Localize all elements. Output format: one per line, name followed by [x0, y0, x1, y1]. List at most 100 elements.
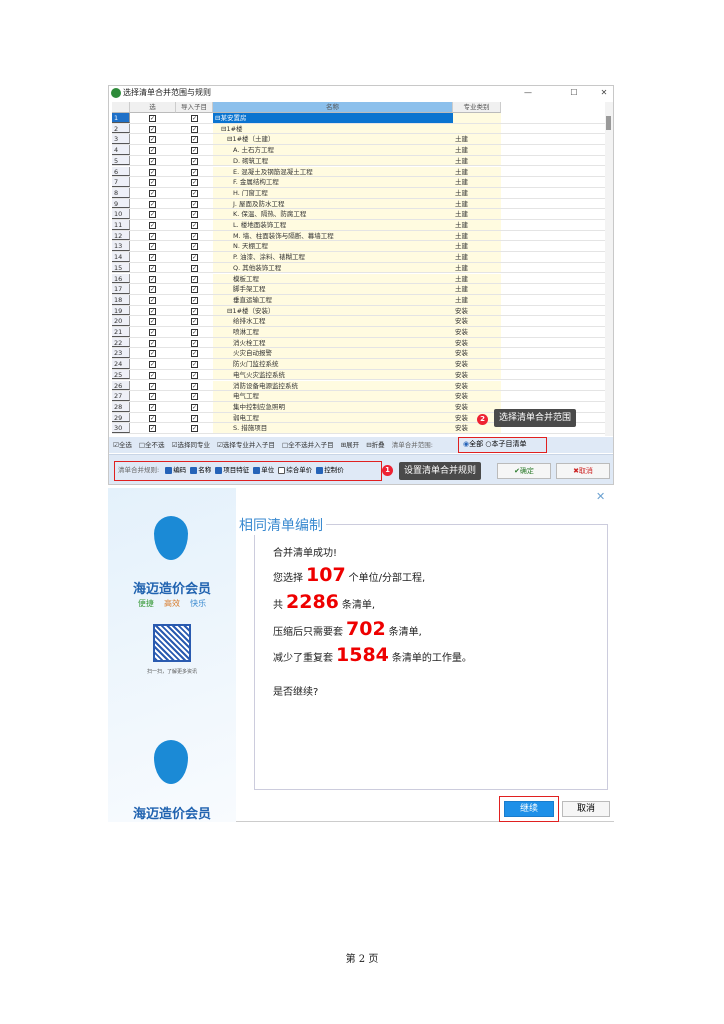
select-checkbox[interactable]: ✓ — [149, 232, 156, 240]
select-checkbox[interactable]: ✓ — [149, 382, 156, 390]
rule-checkbox[interactable]: 名称 — [190, 466, 211, 474]
select-checkbox[interactable]: ✓ — [149, 361, 156, 369]
cancel-button[interactable]: ✖取消 — [556, 463, 610, 479]
select-checkbox[interactable]: ✓ — [149, 254, 156, 262]
import-checkbox[interactable]: ✓ — [191, 393, 198, 401]
table-row[interactable]: 17 ✓ ✓ 脚手架工程 土建 — [112, 284, 605, 295]
rule-checkbox[interactable]: 单位 — [253, 466, 274, 474]
select-checkbox[interactable]: ✓ — [149, 339, 156, 347]
import-checkbox[interactable]: ✓ — [191, 222, 198, 229]
select-checkbox[interactable]: ✓ — [149, 307, 156, 315]
select-same-specialty[interactable]: ☑选择同专业 — [172, 441, 210, 449]
import-checkbox[interactable]: ✓ — [191, 425, 198, 433]
expand-button[interactable]: ⊞展开 — [341, 441, 359, 449]
import-checkbox[interactable]: ✓ — [191, 243, 198, 251]
select-checkbox[interactable]: ✓ — [149, 168, 156, 176]
import-checkbox[interactable]: ✓ — [191, 286, 198, 294]
table-row[interactable]: 3 ✓ ✓ ⊟1#楼（土建） 土建 — [112, 134, 605, 146]
import-checkbox[interactable]: ✓ — [191, 136, 198, 144]
import-checkbox[interactable]: ✓ — [191, 157, 198, 165]
select-checkbox[interactable]: ✓ — [149, 243, 156, 251]
import-checkbox[interactable]: ✓ — [191, 318, 198, 326]
table-row[interactable]: 7 ✓ ✓ F. 金属结构工程 土建 — [112, 177, 605, 188]
table-row[interactable]: 22 ✓ ✓ 消火栓工程 安装 — [112, 337, 605, 349]
select-checkbox[interactable]: ✓ — [149, 329, 156, 336]
import-checkbox[interactable]: ✓ — [191, 339, 198, 347]
select-checkbox[interactable]: ✓ — [149, 286, 156, 294]
select-checkbox[interactable]: ✓ — [149, 275, 156, 283]
select-checkbox[interactable]: ✓ — [149, 200, 156, 208]
rule-checkbox[interactable]: 项目特征 — [215, 466, 249, 474]
select-checkbox[interactable]: ✓ — [149, 136, 156, 144]
import-checkbox[interactable]: ✓ — [191, 371, 198, 379]
select-merge-subitems[interactable]: ☑选择专业并入子目 — [217, 441, 275, 449]
import-checkbox[interactable]: ✓ — [191, 211, 198, 219]
import-checkbox[interactable]: ✓ — [191, 115, 198, 122]
select-checkbox[interactable]: ✓ — [149, 147, 156, 155]
select-checkbox[interactable]: ✓ — [149, 264, 156, 272]
dialog-cancel-button[interactable]: 取消 — [562, 801, 610, 817]
table-row[interactable]: 20 ✓ ✓ 给排水工程 安装 — [112, 316, 605, 327]
table-row[interactable]: 6 ✓ ✓ E. 混凝土及钢筋混凝土工程 土建 — [112, 166, 605, 178]
select-none[interactable]: □全不选 — [139, 441, 165, 449]
vertical-scrollbar[interactable] — [605, 102, 613, 436]
range-all-radio[interactable]: ◉全部 — [463, 440, 483, 448]
table-row[interactable]: 5 ✓ ✓ D. 砌筑工程 土建 — [112, 155, 605, 167]
close-button[interactable]: ✕ — [595, 86, 613, 100]
table-row[interactable]: 9 ✓ ✓ J. 屋面及防水工程 土建 — [112, 198, 605, 210]
table-row[interactable]: 27 ✓ ✓ 电气工程 安装 — [112, 391, 605, 402]
maximize-button[interactable]: ☐ — [565, 86, 583, 100]
import-checkbox[interactable]: ✓ — [191, 232, 198, 240]
import-checkbox[interactable]: ✓ — [191, 264, 198, 272]
select-checkbox[interactable]: ✓ — [149, 403, 156, 411]
import-checkbox[interactable]: ✓ — [191, 179, 198, 187]
import-checkbox[interactable]: ✓ — [191, 200, 198, 208]
ok-button[interactable]: ✔确定 — [497, 463, 551, 479]
select-checkbox[interactable]: ✓ — [149, 425, 156, 433]
select-checkbox[interactable]: ✓ — [149, 211, 156, 219]
import-checkbox[interactable]: ✓ — [191, 275, 198, 283]
import-checkbox[interactable]: ✓ — [191, 361, 198, 369]
table-row[interactable]: 2 ✓ ✓ ⊟1#楼 — [112, 123, 605, 135]
rule-checkbox[interactable]: 综合单价 — [278, 466, 312, 474]
select-checkbox[interactable]: ✓ — [149, 189, 156, 197]
select-checkbox[interactable]: ✓ — [149, 157, 156, 165]
dialog-close-icon[interactable]: ✕ — [596, 490, 605, 503]
table-row[interactable]: 11 ✓ ✓ L. 楼地面装饰工程 土建 — [112, 220, 605, 231]
import-checkbox[interactable]: ✓ — [191, 414, 198, 422]
import-checkbox[interactable]: ✓ — [191, 254, 198, 262]
select-checkbox[interactable]: ✓ — [149, 414, 156, 422]
import-checkbox[interactable]: ✓ — [191, 125, 198, 133]
table-row[interactable]: 18 ✓ ✓ 垂直运输工程 土建 — [112, 294, 605, 306]
table-row[interactable]: 8 ✓ ✓ H. 门窗工程 土建 — [112, 187, 605, 199]
select-checkbox[interactable]: ✓ — [149, 179, 156, 187]
import-checkbox[interactable]: ✓ — [191, 168, 198, 176]
table-row[interactable]: 21 ✓ ✓ 喷淋工程 安装 — [112, 327, 605, 338]
select-checkbox[interactable]: ✓ — [149, 318, 156, 326]
table-row[interactable]: 4 ✓ ✓ A. 土石方工程 土建 — [112, 145, 605, 156]
import-checkbox[interactable]: ✓ — [191, 147, 198, 155]
import-checkbox[interactable]: ✓ — [191, 403, 198, 411]
rule-checkbox[interactable]: 编码 — [165, 466, 186, 474]
table-row[interactable]: 23 ✓ ✓ 火灾自动报警 安装 — [112, 348, 605, 360]
import-checkbox[interactable]: ✓ — [191, 382, 198, 390]
table-row[interactable]: 26 ✓ ✓ 消防设备电源监控系统 安装 — [112, 380, 605, 392]
continue-button[interactable]: 继续 — [504, 801, 554, 817]
minimize-button[interactable]: — — [519, 86, 537, 100]
table-row[interactable]: 16 ✓ ✓ 模板工程 土建 — [112, 273, 605, 285]
select-checkbox[interactable]: ✓ — [149, 393, 156, 401]
collapse-button[interactable]: ⊟折叠 — [366, 441, 384, 449]
deselect-merge-subitems[interactable]: □全不选并入子目 — [282, 441, 334, 449]
import-checkbox[interactable]: ✓ — [191, 189, 198, 197]
table-row[interactable]: 25 ✓ ✓ 电气火灾监控系统 安装 — [112, 369, 605, 381]
select-checkbox[interactable]: ✓ — [149, 222, 156, 229]
select-checkbox[interactable]: ✓ — [149, 125, 156, 133]
table-row[interactable]: 13 ✓ ✓ N. 天棚工程 土建 — [112, 241, 605, 253]
import-checkbox[interactable]: ✓ — [191, 350, 198, 358]
table-row[interactable]: 1 ✓ ✓ ⊟某安置房 — [112, 113, 605, 124]
select-checkbox[interactable]: ✓ — [149, 115, 156, 122]
range-sub-radio[interactable]: ○本子目清单 — [485, 440, 526, 448]
select-checkbox[interactable]: ✓ — [149, 371, 156, 379]
table-row[interactable]: 12 ✓ ✓ M. 墙、柱面装饰与隔断、幕墙工程 土建 — [112, 230, 605, 242]
select-checkbox[interactable]: ✓ — [149, 296, 156, 304]
